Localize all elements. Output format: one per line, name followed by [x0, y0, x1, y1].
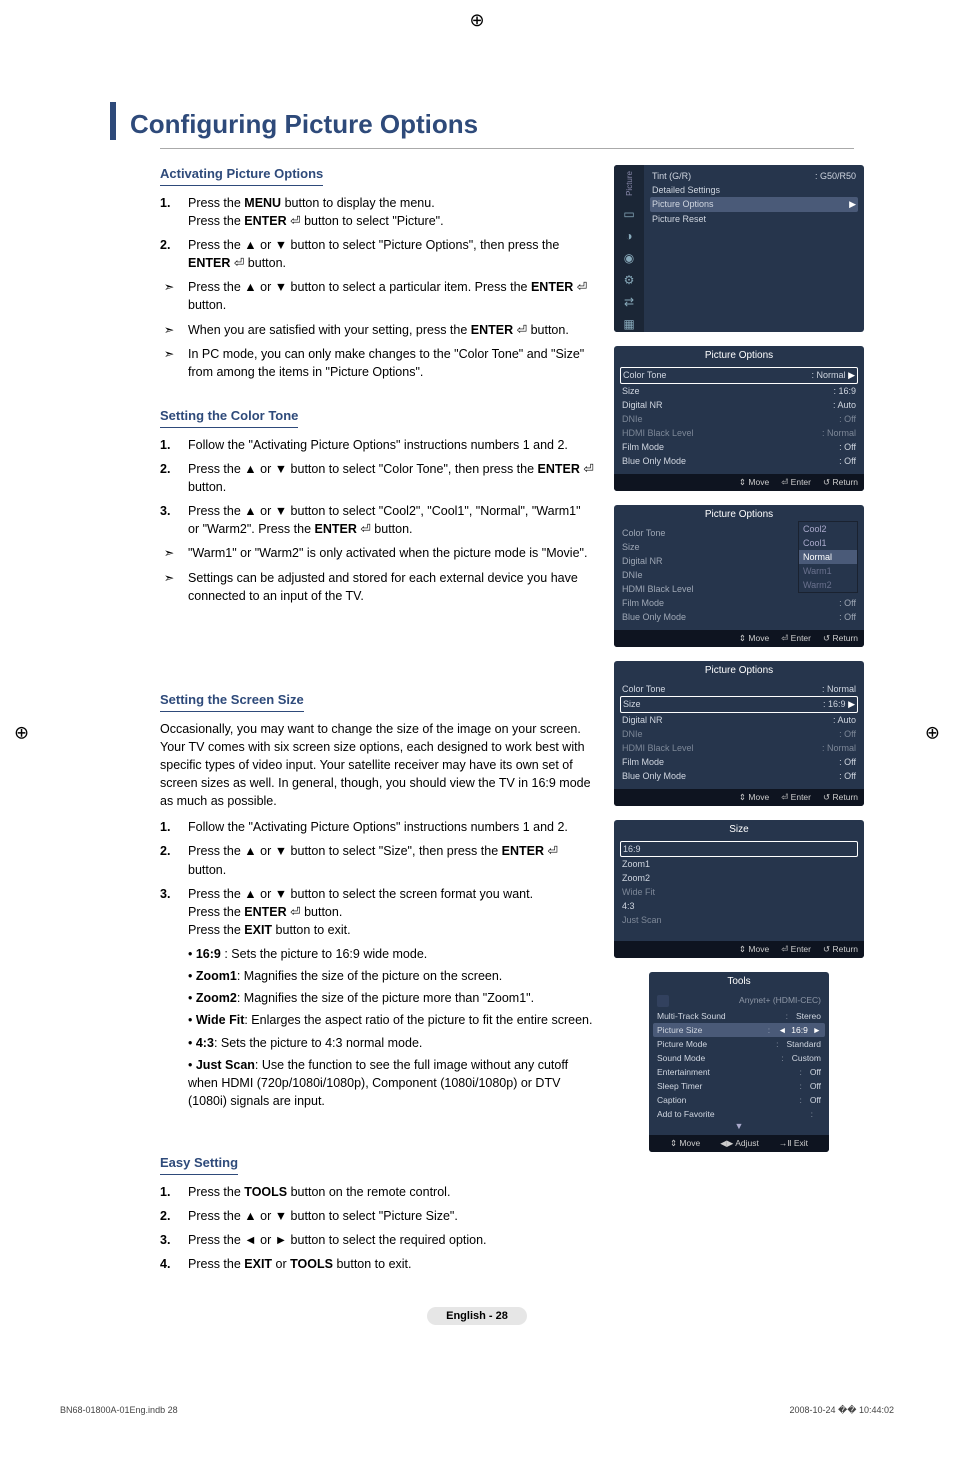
size-desc: Just Scan: Use the function to see the f… [188, 1056, 594, 1110]
osd-item-picture-options: Picture Options▶ [650, 197, 858, 212]
title-accent-bar [110, 102, 116, 140]
osd-picture-options-dropdown: Picture Options Color Tone: Size: Digita… [614, 505, 864, 647]
register-mark-left: ⊕ [14, 723, 29, 744]
title-divider [160, 148, 854, 149]
note-arrow-icon: ➣ [160, 345, 178, 381]
dropdown-opt-selected: Normal [799, 550, 857, 564]
step-num: 2. [160, 236, 178, 272]
tools-row: Add to Favorite: [653, 1107, 825, 1121]
dropdown-opt: Cool1 [799, 536, 857, 550]
section-activating: Activating Picture Options 1. Press the M… [160, 165, 594, 381]
note-arrow-icon: ➣ [160, 321, 178, 339]
step-num: 1. [160, 194, 178, 230]
anynet-icon [657, 995, 669, 1007]
body-text-column: Activating Picture Options 1. Press the M… [160, 165, 594, 1279]
step-text: Press the MENU button to display the men… [188, 194, 444, 230]
osd-picture-options-size: Picture Options Color ToneNormal Size16:… [614, 661, 864, 806]
section-screen-size: Setting the Screen Size Occasionally, yo… [160, 691, 594, 1110]
tools-row: Sleep Timer:Off [653, 1079, 825, 1093]
note-arrow-icon: ➣ [160, 278, 178, 314]
dropdown-opt: Cool2 [799, 522, 857, 536]
screen-size-intro: Occasionally, you may want to change the… [160, 720, 594, 811]
step-text: In PC mode, you can only make changes to… [188, 345, 594, 381]
dropdown-opt: Warm2 [799, 578, 857, 592]
section-color-tone: Setting the Color Tone 1.Follow the "Act… [160, 407, 594, 605]
tools-row: Entertainment:Off [653, 1065, 825, 1079]
picture-icon: ▭ [621, 206, 637, 222]
osd-size-menu: Size 16:9 Zoom1 Zoom2 Wide Fit 4:3 Just … [614, 820, 864, 958]
color-tone-dropdown: Cool2 Cool1 Normal Warm1 Warm2 [798, 521, 858, 593]
file-footer-right: 2008-10-24 �� 10:44:02 [789, 1405, 894, 1416]
size-desc: Zoom1: Magnifies the size of the picture… [188, 967, 594, 985]
register-mark-right: ⊕ [925, 723, 940, 744]
osd-row-size: Size16:9 ▶ [620, 696, 858, 713]
tools-row: Picture Mode:Standard [653, 1037, 825, 1051]
heading-color-tone: Setting the Color Tone [160, 407, 298, 428]
heading-easy-setting: Easy Setting [160, 1154, 238, 1175]
setup-icon: ⚙ [621, 272, 637, 288]
heading-activating: Activating Picture Options [160, 165, 323, 186]
sound-icon: ◑ [621, 228, 637, 244]
tools-row: Multi-Track Sound:Stereo [653, 1009, 825, 1023]
tools-row: Picture Size:◄ 16:9 ► [653, 1023, 825, 1037]
tools-row: Sound Mode:Custom [653, 1051, 825, 1065]
page-title: Configuring Picture Options [130, 109, 478, 140]
input-icon: ⇄ [621, 294, 637, 310]
osd-picture-menu: Picture ▭ ◑ ◉ ⚙ ⇄ ▦ Tint (G/R)G50/R50 De… [614, 165, 864, 332]
step-text: When you are satisfied with your setting… [188, 321, 569, 339]
section-easy-setting: Easy Setting 1.Press the TOOLS button on… [160, 1154, 594, 1273]
osd-tools-menu: Tools Anynet+ (HDMI-CEC) Multi-Track Sou… [649, 972, 829, 1152]
register-mark-top: ⊕ [469, 10, 484, 31]
channel-icon: ◉ [621, 250, 637, 266]
tools-row: Caption:Off [653, 1093, 825, 1107]
application-icon: ▦ [621, 316, 637, 332]
osd-sidebar-label: Picture [625, 171, 634, 196]
size-desc: Wide Fit: Enlarges the aspect ratio of t… [188, 1011, 594, 1029]
step-text: Press the ▲ or ▼ button to select a part… [188, 278, 594, 314]
size-desc: 4:3: Sets the picture to 4:3 normal mode… [188, 1034, 594, 1052]
osd-picture-options-1: Picture Options Color ToneNormal ▶ Size1… [614, 346, 864, 491]
size-opt-selected: 16:9 [620, 841, 858, 857]
step-text: Press the ▲ or ▼ button to select "Pictu… [188, 236, 594, 272]
heading-screen-size: Setting the Screen Size [160, 691, 304, 712]
dropdown-opt: Warm1 [799, 564, 857, 578]
file-footer-left: BN68-01800A-01Eng.indb 28 [60, 1405, 178, 1416]
size-desc: 16:9 : Sets the picture to 16:9 wide mod… [188, 945, 594, 963]
size-desc: Zoom2: Magnifies the size of the picture… [188, 989, 594, 1007]
page-number: English - 28 [427, 1307, 527, 1325]
osd-row-color-tone: Color ToneNormal ▶ [620, 367, 858, 384]
